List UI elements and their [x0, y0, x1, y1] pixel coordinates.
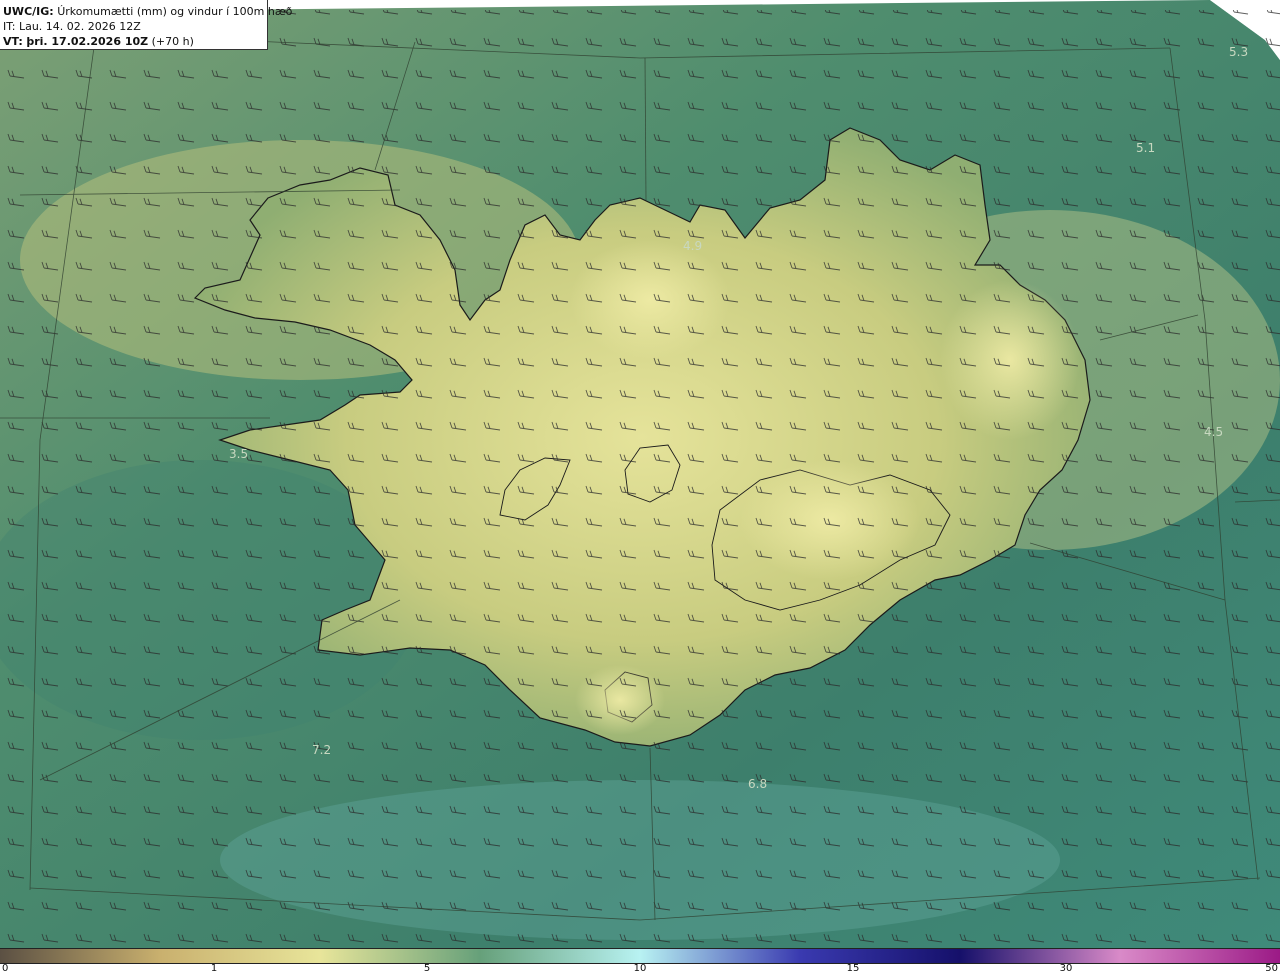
- colorbar-tick-labels: 0 1 5 10 15 30 50: [0, 963, 1280, 978]
- product-code: UWC/IG:: [3, 5, 54, 18]
- label-south-sea: 6.8: [748, 777, 767, 791]
- label-southwest-sea: 7.2: [312, 743, 331, 757]
- product-description: Úrkomumætti (mm) og vindur í 100m hæð: [57, 5, 293, 18]
- colorbar: [0, 948, 1280, 964]
- colorbar-tick-5: 5: [423, 963, 431, 974]
- label-north-iceland: 4.9: [683, 239, 702, 253]
- label-west-coast: 3.5: [229, 447, 248, 461]
- colorbar-tick-50: 50: [1265, 963, 1278, 974]
- colorbar-tick-1: 1: [210, 963, 218, 974]
- valid-prefix: VT:: [3, 35, 23, 48]
- valid-time-line: VT: þri. 17.02.2026 10Z (+70 h): [3, 34, 267, 49]
- colorbar-tick-15: 15: [846, 963, 860, 974]
- colorbar-tick-30: 30: [1059, 963, 1073, 974]
- init-time: IT: Lau. 14. 02. 2026 12Z: [3, 20, 141, 33]
- wind-barbs-field: [0, 10, 1280, 948]
- map-header: UWC/IG: Úrkomumætti (mm) og vindur í 100…: [0, 0, 292, 50]
- label-east-sea: 4.5: [1204, 425, 1223, 439]
- colorbar-tick-0: 0: [2, 963, 9, 974]
- forecast-map: 5.3 5.1 4.9 3.5 4.5 7.2 6.8: [0, 0, 1280, 948]
- colorbar-tick-10: 10: [633, 963, 647, 974]
- valid-time: þri. 17.02.2026 10Z: [26, 35, 149, 48]
- label-northeast-sea: 5.3: [1229, 45, 1248, 59]
- lead-time: (+70 h): [151, 35, 194, 48]
- label-northeast-offshore: 5.1: [1136, 141, 1155, 155]
- header-title-line: UWC/IG: Úrkomumætti (mm) og vindur í 100…: [3, 4, 292, 19]
